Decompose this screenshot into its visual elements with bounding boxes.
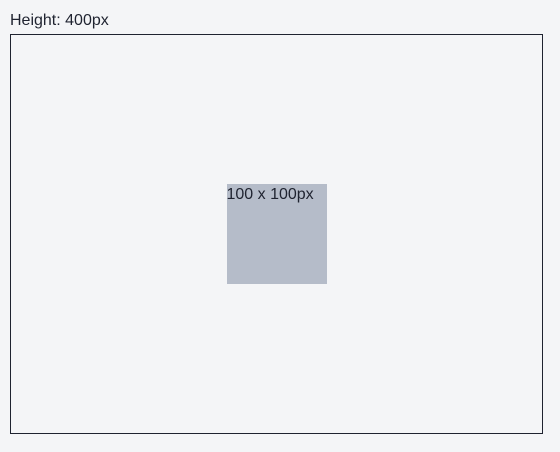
box-label: 100 x 100px	[226, 186, 314, 203]
height-label: Height: 400px	[10, 12, 109, 29]
centering-container: 100 x 100px	[10, 34, 543, 434]
centered-box: 100 x 100px	[226, 184, 327, 284]
